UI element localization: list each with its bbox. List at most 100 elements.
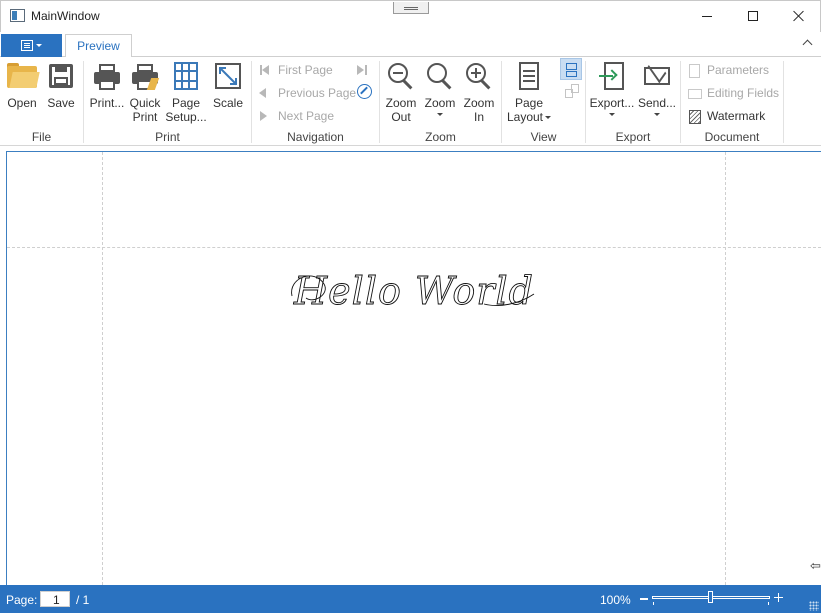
export-button[interactable]: Export...: [589, 60, 635, 116]
open-button[interactable]: Open: [5, 60, 40, 110]
app-icon[interactable]: [10, 9, 25, 22]
page-layout-button[interactable]: Page Layout: [505, 60, 553, 124]
send-icon: [641, 56, 673, 92]
print-group-label: Print: [155, 130, 180, 144]
scale-button[interactable]: Scale: [210, 60, 246, 110]
page-layout-label-1: Page: [514, 96, 544, 110]
watermark-icon: [687, 109, 701, 124]
editing-fields-icon: [687, 86, 702, 100]
zoom-out-icon: [385, 60, 417, 92]
navigate-icon[interactable]: [357, 84, 372, 99]
next-page-label: Next Page: [278, 109, 335, 123]
file-group-label: File: [31, 130, 52, 144]
hello-world-text: Hello World: [291, 269, 535, 313]
quick-print-icon: [129, 60, 161, 92]
export-group: Export... Send... Export: [586, 56, 680, 146]
application-menu-button[interactable]: [1, 34, 62, 57]
hello-world-label: Hello World: [293, 269, 534, 313]
ribbon-tab-row: Preview: [0, 33, 821, 58]
open-label: Open: [7, 96, 37, 110]
send-button[interactable]: Send...: [637, 56, 677, 116]
zoom-slider-thumb[interactable]: [708, 591, 713, 603]
chevron-down-icon: [545, 116, 552, 120]
zoom-button[interactable]: Zoom: [422, 60, 458, 116]
zoom-slider-plus-icon[interactable]: [774, 593, 783, 602]
export-label: Export...: [589, 96, 635, 110]
title-bar: MainWindow: [0, 0, 821, 32]
file-group: Open Save File: [0, 57, 83, 146]
page-setup-label-2: Setup...: [165, 110, 207, 124]
parameters-icon: [687, 63, 701, 78]
zoom-group-label: Zoom: [425, 130, 456, 144]
export-group-label: Export: [615, 130, 651, 144]
scale-icon: [212, 60, 244, 92]
top-margin-guide: [7, 247, 821, 248]
zoom-in-label-1: Zoom: [463, 96, 495, 110]
chevron-down-icon: [609, 113, 615, 116]
watermark-button[interactable]: Watermark: [687, 106, 765, 126]
zoom-out-label-2: Out: [391, 110, 411, 124]
printer-icon: [91, 60, 123, 92]
navigation-group: First Page Previous Page Next Page Navig…: [252, 57, 379, 146]
first-page-label: First Page: [278, 63, 333, 77]
right-margin-guide: [725, 152, 726, 585]
navigation-group-label: Navigation: [287, 130, 344, 144]
left-margin-guide: [102, 152, 103, 585]
print-button[interactable]: Print...: [88, 60, 126, 110]
last-page-icon: [357, 63, 371, 77]
quick-print-label-2: Print: [132, 110, 158, 124]
continuous-view-icon[interactable]: [560, 58, 582, 80]
save-button[interactable]: Save: [45, 60, 77, 110]
zoom-group: Zoom Out Zoom Zoom In Zoom: [380, 57, 501, 146]
group-divider: [783, 61, 784, 143]
maximize-button[interactable]: [730, 1, 776, 31]
chevron-down-icon: [654, 113, 660, 116]
zoom-icon: [424, 60, 456, 92]
minimize-button[interactable]: [684, 1, 730, 31]
tab-preview[interactable]: Preview: [65, 34, 132, 58]
next-page-button[interactable]: Next Page: [258, 106, 334, 126]
editing-fields-label: Editing Fields: [707, 86, 780, 100]
chevron-down-icon: [437, 113, 443, 116]
collapse-ribbon-icon[interactable]: [802, 39, 813, 50]
quick-print-button[interactable]: Quick Print: [127, 60, 163, 124]
save-icon: [45, 60, 77, 92]
previous-page-button[interactable]: Previous Page: [258, 83, 356, 103]
parameters-label: Parameters: [707, 63, 770, 77]
minimize-icon: [702, 15, 712, 17]
page-layout-label-2: Layout: [506, 110, 544, 124]
facing-view-icon[interactable]: [563, 83, 579, 99]
zoom-level: 100%: [600, 593, 631, 607]
zoom-in-button[interactable]: Zoom In: [461, 60, 497, 124]
editing-fields-button[interactable]: Editing Fields: [687, 83, 779, 103]
close-button[interactable]: [776, 1, 821, 31]
window-grip-handle[interactable]: [393, 2, 429, 14]
quick-print-label-1: Quick: [129, 96, 161, 110]
document-group: Parameters Editing Fields Watermark Docu…: [681, 57, 783, 146]
zoom-in-label-2: In: [473, 110, 484, 124]
first-page-button[interactable]: First Page: [258, 60, 333, 80]
page-setup-label-1: Page: [171, 96, 201, 110]
resize-grip-icon[interactable]: [809, 601, 819, 611]
zoom-slider-minus-icon[interactable]: [640, 598, 648, 600]
previous-page-label: Previous Page: [278, 86, 357, 100]
folder-open-icon: [6, 60, 40, 92]
page-label: Page:: [6, 593, 38, 607]
view-group-label: View: [530, 130, 557, 144]
page-setup-button[interactable]: Page Setup...: [165, 60, 207, 124]
parameters-button[interactable]: Parameters: [687, 60, 769, 80]
zoom-out-button[interactable]: Zoom Out: [383, 60, 419, 124]
application-menu-icon: [21, 40, 33, 51]
window-title: MainWindow: [31, 9, 100, 23]
total-pages: / 1: [76, 593, 90, 607]
page-setup-icon: [170, 60, 202, 92]
current-page-input[interactable]: 1: [40, 591, 70, 607]
scale-label: Scale: [212, 96, 244, 110]
last-page-button[interactable]: [357, 60, 377, 80]
first-page-icon: [258, 63, 272, 77]
document-preview[interactable]: Hello World ⇦: [6, 151, 821, 585]
next-page-icon: [258, 109, 272, 123]
chevron-down-icon: [36, 44, 42, 47]
status-bar: Page: 1 / 1 100%: [0, 585, 821, 613]
export-icon: [596, 60, 628, 92]
